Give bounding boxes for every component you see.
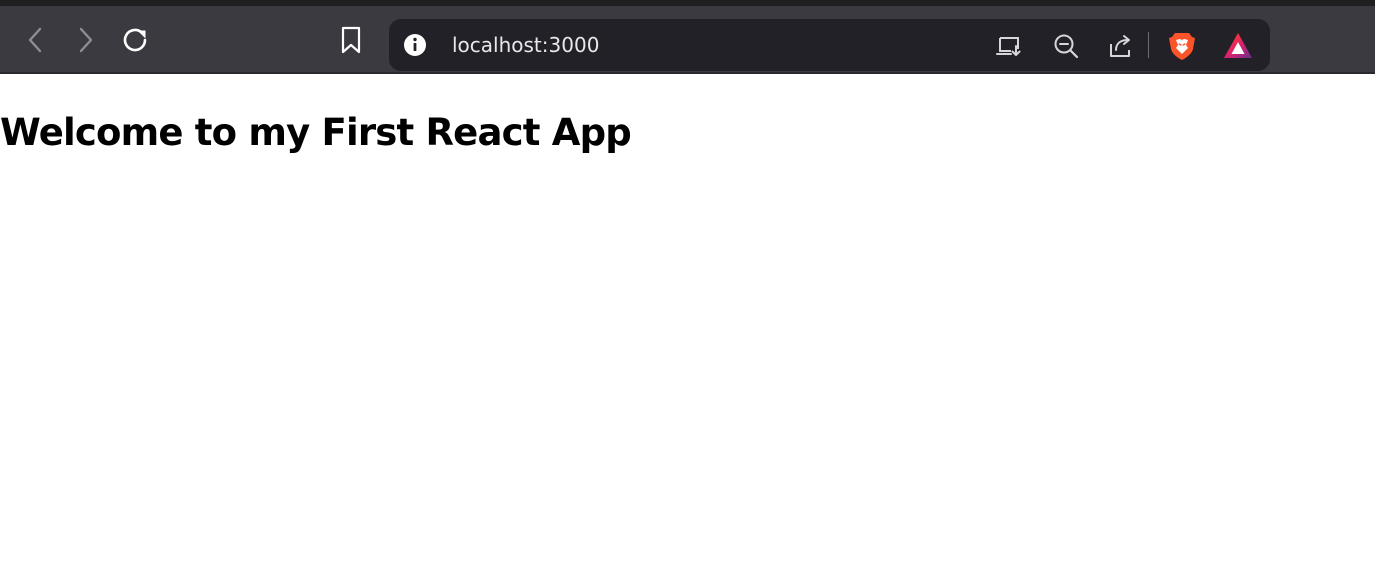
reload-icon — [123, 28, 147, 52]
brave-rewards-icon — [1224, 33, 1252, 58]
chevron-left-icon — [28, 27, 42, 53]
url-text[interactable]: localhost:3000 — [452, 32, 599, 58]
page-content: Welcome to my First React App — [0, 74, 1375, 585]
brave-shields-button[interactable] — [1167, 30, 1197, 62]
browser-toolbar: localhost:3000 — [0, 6, 1375, 72]
brave-rewards-button[interactable] — [1222, 31, 1254, 61]
install-app-icon — [996, 37, 1021, 56]
install-app-button[interactable] — [995, 32, 1023, 60]
reload-button[interactable] — [119, 24, 151, 56]
page-heading: Welcome to my First React App — [0, 111, 632, 154]
address-bar[interactable]: localhost:3000 — [389, 19, 1270, 71]
bookmark-button[interactable] — [335, 24, 367, 56]
forward-button[interactable] — [69, 24, 101, 56]
site-info-button[interactable] — [403, 33, 427, 57]
bookmark-icon — [341, 26, 361, 54]
info-icon — [404, 34, 426, 56]
zoom-button[interactable] — [1052, 32, 1080, 60]
browser-window: localhost:3000 Welcome to my First React… — [0, 0, 1375, 585]
chevron-right-icon — [79, 27, 93, 53]
back-button[interactable] — [20, 24, 52, 56]
address-bar-divider — [1148, 32, 1149, 58]
zoom-out-icon — [1054, 34, 1079, 59]
share-button[interactable] — [1107, 32, 1135, 60]
brave-shield-icon — [1169, 33, 1195, 60]
share-icon — [1110, 35, 1130, 57]
